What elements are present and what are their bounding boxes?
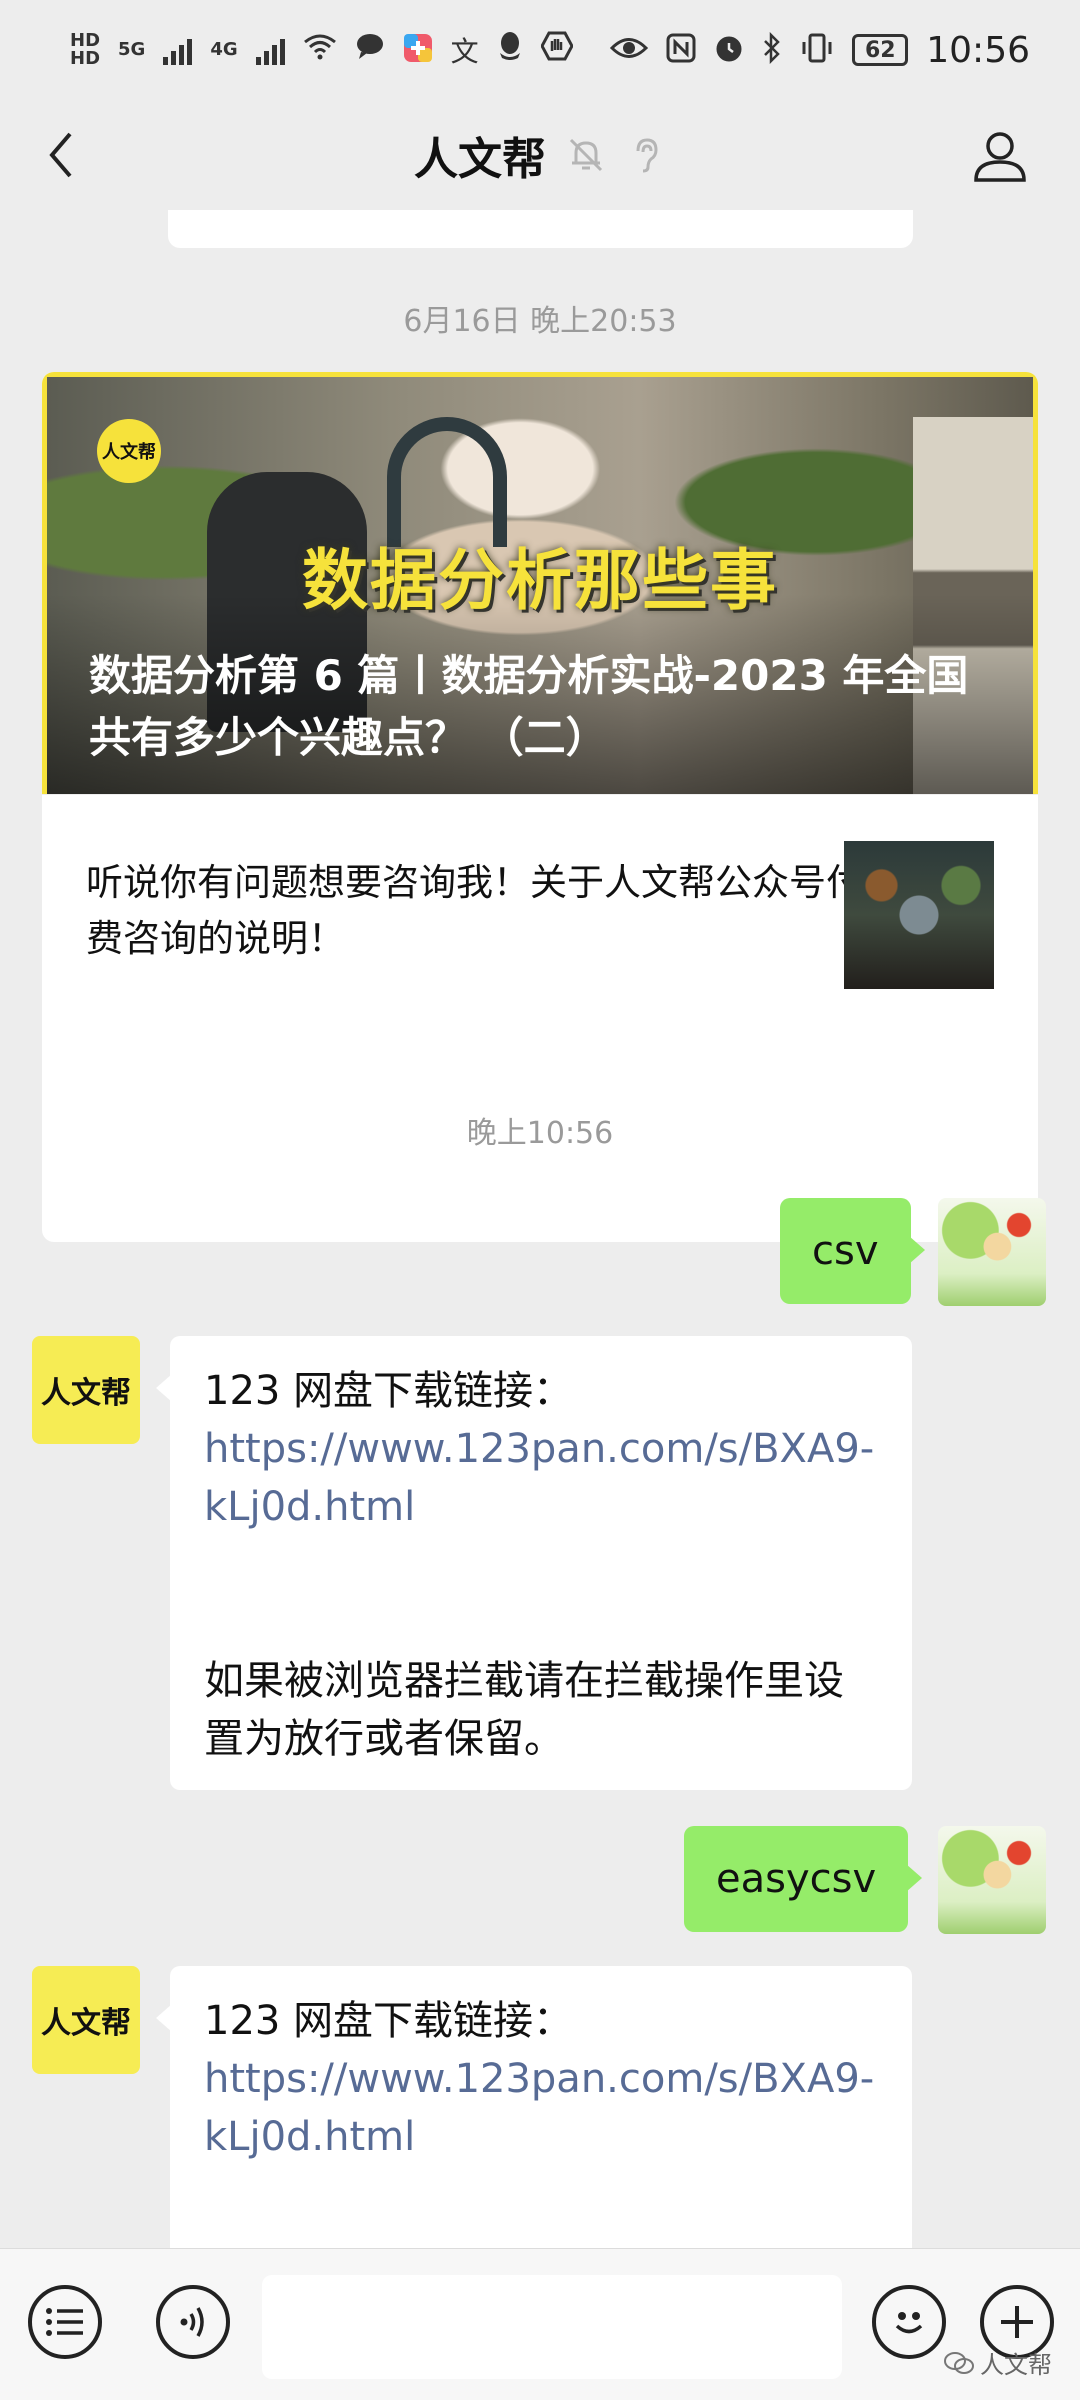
person-icon <box>974 132 1026 182</box>
eye-comfort-icon <box>610 35 649 65</box>
voice-wave-icon <box>180 2307 204 2337</box>
input-bar: 人文帮 <box>0 2248 1080 2400</box>
brand-avatar-label: 人文帮 <box>41 2006 131 2041</box>
message-text: csv <box>812 1228 879 1274</box>
article-cover-image[interactable]: 人文帮 数据分析那些事 数据分析第 6 篇丨数据分析实战-2023 年全国共有多… <box>42 372 1038 794</box>
hand-shield-icon <box>539 31 574 69</box>
signal-5g-icon <box>163 35 193 65</box>
article-sub-item[interactable]: 听说你有问题想要咨询我！关于人文帮公众号付费咨询的说明！ <box>42 794 1038 1044</box>
ear-icon <box>626 135 666 175</box>
download-link[interactable]: https://www.123pan.com/s/BXA9-kLj0d.html <box>204 1420 878 1536</box>
cover-logo: 人文帮 <box>97 419 161 483</box>
wifi-icon <box>303 32 337 68</box>
menu-button[interactable] <box>28 2285 102 2359</box>
network-5g-label: 5G <box>118 39 146 60</box>
article-sub-thumbnail <box>844 841 994 989</box>
network-hd-indicator: HD HD <box>70 32 100 68</box>
list-menu-icon <box>46 2308 83 2336</box>
network-4g-label: 4G <box>210 39 238 60</box>
nav-bar: 人文帮 <box>0 100 1080 210</box>
page-title: 人文帮 <box>414 134 546 185</box>
sent-message-bubble[interactable]: easycsv <box>684 1826 923 1932</box>
translate-icon: 文 <box>450 35 479 68</box>
status-bar: HD HD 5G 4G 文 62 10:56 <box>0 0 1080 100</box>
status-left: HD HD 5G 4G 文 <box>70 30 574 70</box>
message-text: easycsv <box>716 1856 877 1902</box>
watermark-label: 人文帮 <box>980 2351 1052 2379</box>
previous-article-card[interactable] <box>168 210 913 248</box>
message-icon <box>355 32 385 68</box>
article-title: 数据分析第 6 篇丨数据分析实战-2023 年全国共有多少个兴趣点？ （二） <box>89 651 969 762</box>
plus-icon <box>1001 2306 1033 2338</box>
alarm-icon <box>714 33 744 67</box>
chat-area[interactable]: 6月16日 晚上20:53 人文帮 数据分析那些事 数据分析第 6 篇丨数据分析… <box>0 210 1080 2250</box>
watermark: 人文帮 <box>944 2345 1052 2380</box>
battery-icon: 62 <box>852 34 909 66</box>
bluetooth-icon <box>762 31 782 68</box>
timestamp-1: 6月16日 晚上20:53 <box>403 304 677 339</box>
app-store-icon <box>403 33 433 67</box>
cover-headline: 数据分析那些事 <box>302 542 778 619</box>
article-sub-title: 听说你有问题想要咨询我！关于人文帮公众号付费咨询的说明！ <box>86 861 863 960</box>
sent-message-bubble[interactable]: csv <box>780 1198 924 1304</box>
voice-button[interactable] <box>156 2285 230 2359</box>
clock: 10:56 <box>926 29 1030 71</box>
vibrate-icon <box>800 33 834 67</box>
wechat-logo-icon <box>944 2351 974 2374</box>
qq-icon <box>497 31 523 69</box>
message-input[interactable] <box>262 2275 842 2379</box>
hd-label-2: HD <box>70 48 101 69</box>
message-line: 123 网盘下载链接： <box>204 1368 574 1414</box>
message-line: 123 网盘下载链接： <box>204 1998 574 2044</box>
status-right: 62 10:56 <box>610 30 1030 71</box>
smile-icon <box>895 2312 923 2334</box>
message-line: 如果被浏览器拦截请在拦截操作里设置为放行或者保留。 <box>204 1658 844 1762</box>
nfc-icon <box>666 33 696 67</box>
mute-bell-icon <box>566 135 606 175</box>
timestamp-2: 晚上10:56 <box>466 1116 614 1151</box>
received-message-bubble[interactable]: 123 网盘下载链接： https://www.123pan.com/s/BXA… <box>156 1336 912 1790</box>
user-avatar[interactable] <box>938 1826 1046 1934</box>
user-avatar[interactable] <box>938 1198 1046 1306</box>
received-message-bubble[interactable]: 123 网盘下载链接： https://www.123pan.com/s/BXA… <box>156 1966 912 2250</box>
message-gap <box>204 1536 878 1652</box>
emoji-button[interactable] <box>872 2285 946 2359</box>
signal-4g-icon <box>255 35 285 65</box>
profile-button[interactable] <box>970 126 1030 186</box>
brand-avatar[interactable]: 人文帮 <box>32 1336 140 1444</box>
brand-avatar-label: 人文帮 <box>41 1376 131 1411</box>
brand-avatar[interactable]: 人文帮 <box>32 1966 140 2074</box>
download-link[interactable]: https://www.123pan.com/s/BXA9-kLj0d.html <box>204 2050 878 2166</box>
nav-title-group: 人文帮 <box>0 100 1080 210</box>
